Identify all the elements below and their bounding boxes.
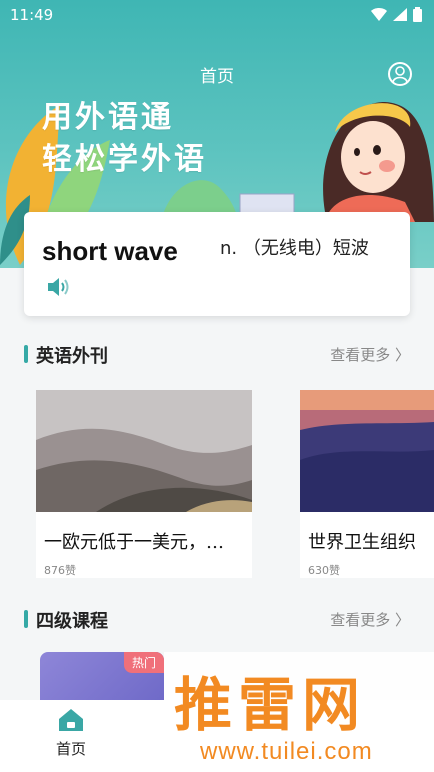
hot-badge: 热门: [123, 652, 164, 673]
article-card[interactable]: 世界卫生组织 630赞: [300, 390, 434, 578]
article-image: [36, 390, 252, 512]
status-bar: 11:49: [0, 0, 434, 30]
watermark-url: www.tuilei.com: [200, 738, 373, 765]
watermark: 推雷网 www.tuilei.com: [164, 652, 434, 772]
cet4-section-title: 四级课程: [36, 611, 108, 632]
tab-home-label: 首页: [55, 740, 86, 758]
girl-illustration: [323, 102, 434, 222]
article-likes: 876赞: [44, 564, 76, 577]
word-card[interactable]: short wave n. （无线电）短波: [24, 212, 410, 316]
user-icon: [392, 66, 408, 83]
article-image: [300, 390, 434, 512]
word-meaning: n. （无线电）短波: [220, 238, 369, 259]
pronounce-button[interactable]: [46, 276, 72, 302]
article-likes: 630赞: [308, 564, 340, 577]
section-accent-bar: [24, 610, 28, 628]
wifi-icon: [371, 8, 387, 21]
article-title: 世界卫生组织: [308, 532, 416, 553]
signal-icon: [393, 8, 407, 21]
banner-slogan-line2: 轻松学外语: [42, 142, 207, 177]
cet4-section-header: 四级课程 查看更多 〉: [24, 606, 410, 632]
watermark-brand: 推雷网: [174, 671, 367, 739]
cet4-more-link[interactable]: 查看更多 〉: [330, 609, 410, 630]
journal-section-title: 英语外刊: [36, 346, 108, 367]
section-accent-bar: [24, 345, 28, 363]
status-icons: [371, 7, 422, 22]
journal-more-link[interactable]: 查看更多 〉: [330, 344, 410, 365]
article-title: 一欧元低于一美元，…: [44, 532, 224, 553]
home-icon: [59, 709, 83, 731]
profile-button[interactable]: [388, 62, 412, 86]
status-time: 11:49: [10, 6, 54, 24]
tab-home[interactable]: 首页: [36, 708, 106, 759]
speaker-icon: [48, 278, 69, 296]
page-title: 首页: [200, 67, 234, 87]
journal-section-header: 英语外刊 查看更多 〉: [24, 341, 410, 367]
banner-slogan-line1: 用外语通: [42, 100, 174, 135]
word-text: short wave: [42, 236, 178, 266]
battery-icon: [413, 7, 422, 22]
article-card[interactable]: 一欧元低于一美元，… 876赞: [36, 390, 252, 578]
